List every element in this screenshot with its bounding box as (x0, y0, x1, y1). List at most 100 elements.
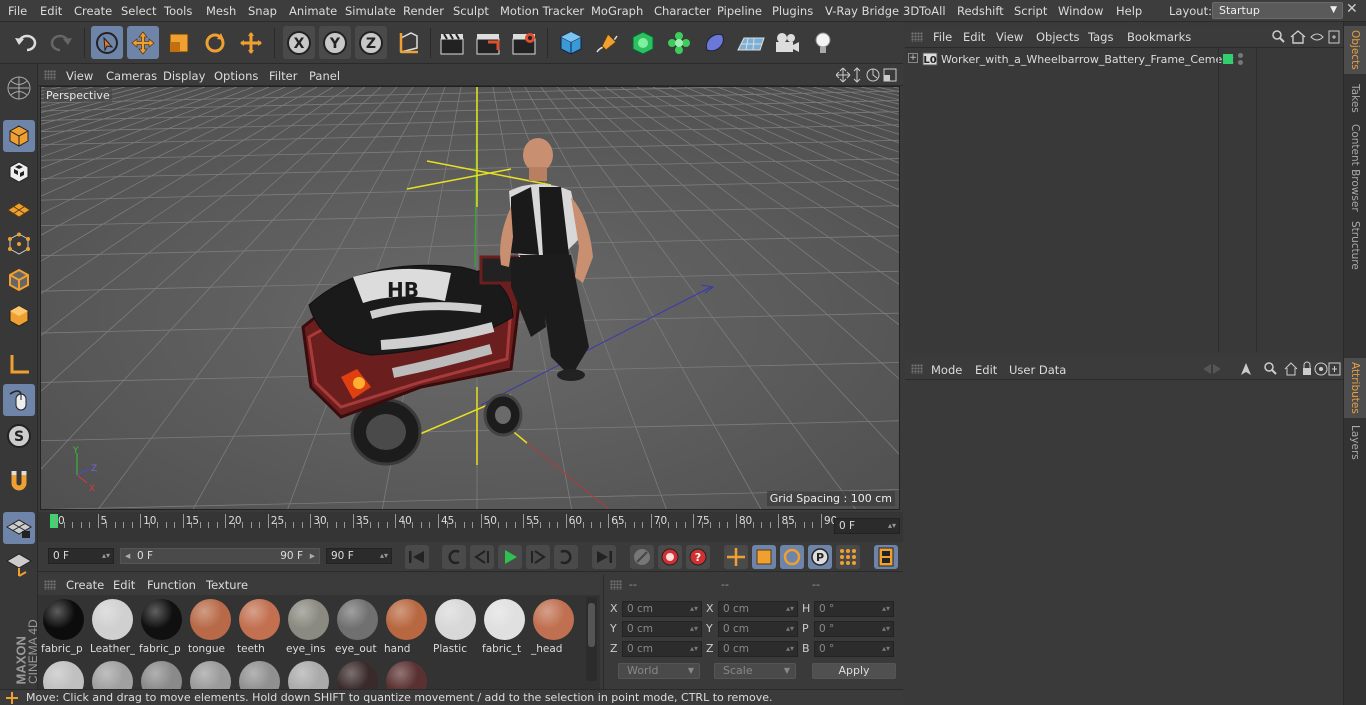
redo-button[interactable] (45, 26, 77, 59)
camera-label[interactable]: Perspective (44, 89, 112, 102)
tab-attributes[interactable]: Attributes (1344, 358, 1366, 418)
material-swatch[interactable]: Leather_ (90, 597, 135, 655)
coord-value-field[interactable]: 0 cm ▴▾ (622, 621, 702, 637)
coord-value-field[interactable]: 0 cm ▴▾ (622, 601, 702, 617)
viewport-menu-filter[interactable]: Filter (269, 69, 297, 83)
menu-pipeline[interactable]: Pipeline (717, 4, 762, 18)
material-swatch[interactable] (239, 661, 280, 689)
rotate-tool-button[interactable] (199, 26, 231, 59)
material-swatch[interactable] (386, 661, 427, 689)
y-axis-button[interactable]: Y (319, 26, 351, 59)
grip-handle[interactable] (610, 580, 622, 590)
light-button[interactable] (807, 26, 839, 59)
layer-color-swatch[interactable] (1223, 54, 1233, 64)
play-button[interactable] (498, 545, 522, 569)
menu-create[interactable]: Create (74, 4, 112, 18)
subdivision-surface-button[interactable] (627, 26, 659, 59)
floor-button[interactable] (735, 26, 767, 59)
scale-tool-button[interactable] (163, 26, 195, 59)
menu-vray-bridge[interactable]: V-Ray Bridge (825, 4, 899, 18)
workplane-mode-button[interactable] (3, 192, 35, 224)
material-swatch[interactable]: fabric_t (482, 597, 527, 655)
grip-handle[interactable] (44, 70, 56, 80)
snapping-button[interactable] (3, 466, 35, 498)
grip-handle[interactable] (911, 364, 923, 374)
menu-character[interactable]: Character (654, 4, 711, 18)
key-point-level-button[interactable] (836, 545, 860, 569)
polygons-mode-button[interactable] (3, 300, 35, 332)
key-rotation-button[interactable] (780, 545, 804, 569)
attribute-manager-tool-icons[interactable] (1201, 361, 1341, 377)
render-visibility-dot[interactable] (1238, 60, 1243, 65)
grip-handle[interactable] (911, 32, 923, 42)
editor-visibility-dot[interactable] (1238, 53, 1243, 58)
render-settings-button[interactable] (508, 26, 540, 59)
frame-ruler[interactable]: 0 5 10 15 20 25 30 35 40 45 50 55 60 65 70 75 80 85 90 (50, 514, 837, 540)
points-mode-button[interactable] (3, 228, 35, 260)
key-scale-button[interactable] (752, 545, 776, 569)
material-scrollbar-thumb[interactable] (588, 603, 595, 647)
go-to-end-button[interactable] (592, 545, 616, 569)
make-editable-button[interactable] (3, 72, 35, 104)
material-menu-texture[interactable]: Texture (206, 578, 248, 592)
material-swatch[interactable]: eye_ins (286, 597, 331, 655)
key-parameter-button[interactable]: P (808, 545, 832, 569)
material-swatch[interactable] (190, 661, 231, 689)
menu-redshift[interactable]: Redshift (957, 4, 1004, 18)
go-to-start-button[interactable] (405, 545, 429, 569)
object-menu-file[interactable]: File (933, 30, 952, 44)
transform-tool-button[interactable] (235, 26, 267, 59)
render-view-button[interactable] (436, 26, 468, 59)
material-swatch[interactable] (141, 661, 182, 689)
material-swatch[interactable]: fabric_p (41, 597, 86, 655)
close-icon[interactable]: ✕ (1346, 1, 1358, 17)
workplane-axis-button[interactable] (3, 548, 35, 580)
menu-sculpt[interactable]: Sculpt (453, 4, 489, 18)
viewport-menu-cameras[interactable]: Cameras (106, 69, 157, 83)
viewport-menu-panel[interactable]: Panel (309, 69, 340, 83)
tweak-mode-button[interactable] (3, 384, 35, 416)
coord-value-field[interactable]: 0 ° ▴▾ (814, 601, 894, 617)
object-row[interactable]: + L0 Worker_with_a_Wheelbarrow_Battery_F… (905, 48, 1343, 352)
timeline-ruler[interactable]: 0 5 10 15 20 25 30 35 40 45 50 55 60 65 70 75 80 85 90 0 F… (38, 512, 903, 542)
tab-structure[interactable]: Structure (1344, 218, 1366, 272)
camera-button[interactable] (771, 26, 803, 59)
tab-objects[interactable]: Objects (1344, 26, 1366, 74)
move-tool-button[interactable] (127, 26, 159, 59)
viewport-menu-view[interactable]: View (66, 69, 93, 83)
coord-value-field[interactable]: 0 cm ▴▾ (718, 601, 798, 617)
cube-primitive-button[interactable] (555, 26, 587, 59)
material-swatch[interactable]: tongue (188, 597, 233, 655)
viewport-nav-icons[interactable] (836, 67, 898, 83)
menu-plugins[interactable]: Plugins (772, 4, 813, 18)
size-mode-select[interactable]: Scale ▼ (714, 663, 796, 679)
menu-snap[interactable]: Snap (248, 4, 277, 18)
viewport-menu-display[interactable]: Display (163, 69, 205, 83)
live-selection-button[interactable] (91, 26, 123, 59)
record-active-objects-button[interactable] (658, 545, 682, 569)
next-frame-button[interactable] (526, 545, 550, 569)
z-axis-button[interactable]: Z (355, 26, 387, 59)
material-swatch[interactable]: Plastic (433, 597, 478, 655)
material-swatch[interactable]: _head (531, 597, 576, 655)
undo-button[interactable] (10, 26, 42, 59)
coord-value-field[interactable]: 0 cm ▴▾ (718, 641, 798, 657)
material-swatch[interactable] (43, 661, 84, 689)
material-swatch[interactable] (92, 661, 133, 689)
material-swatch[interactable]: teeth (237, 597, 282, 655)
menu-render[interactable]: Render (403, 4, 444, 18)
record-keys-disabled-button[interactable] (630, 545, 654, 569)
material-menu-edit[interactable]: Edit (113, 578, 135, 592)
menu-simulate[interactable]: Simulate (345, 4, 396, 18)
material-swatch[interactable]: eye_out (335, 597, 380, 655)
attribute-menu-mode[interactable]: Mode (931, 363, 962, 377)
previous-key-button[interactable] (442, 545, 466, 569)
frame-range-slider[interactable]: ◂ 0 F 90 F ▸ (120, 548, 320, 564)
object-menu-objects[interactable]: Objects (1036, 30, 1079, 44)
menu-motion-tracker[interactable]: Motion Tracker (500, 4, 584, 18)
model-mode-button[interactable] (3, 120, 35, 152)
next-key-button[interactable] (554, 545, 578, 569)
current-frame-field[interactable]: 0 F ▴▾ (834, 518, 900, 534)
attribute-menu-user-data[interactable]: User Data (1009, 363, 1066, 377)
menu-file[interactable]: File (8, 4, 27, 18)
